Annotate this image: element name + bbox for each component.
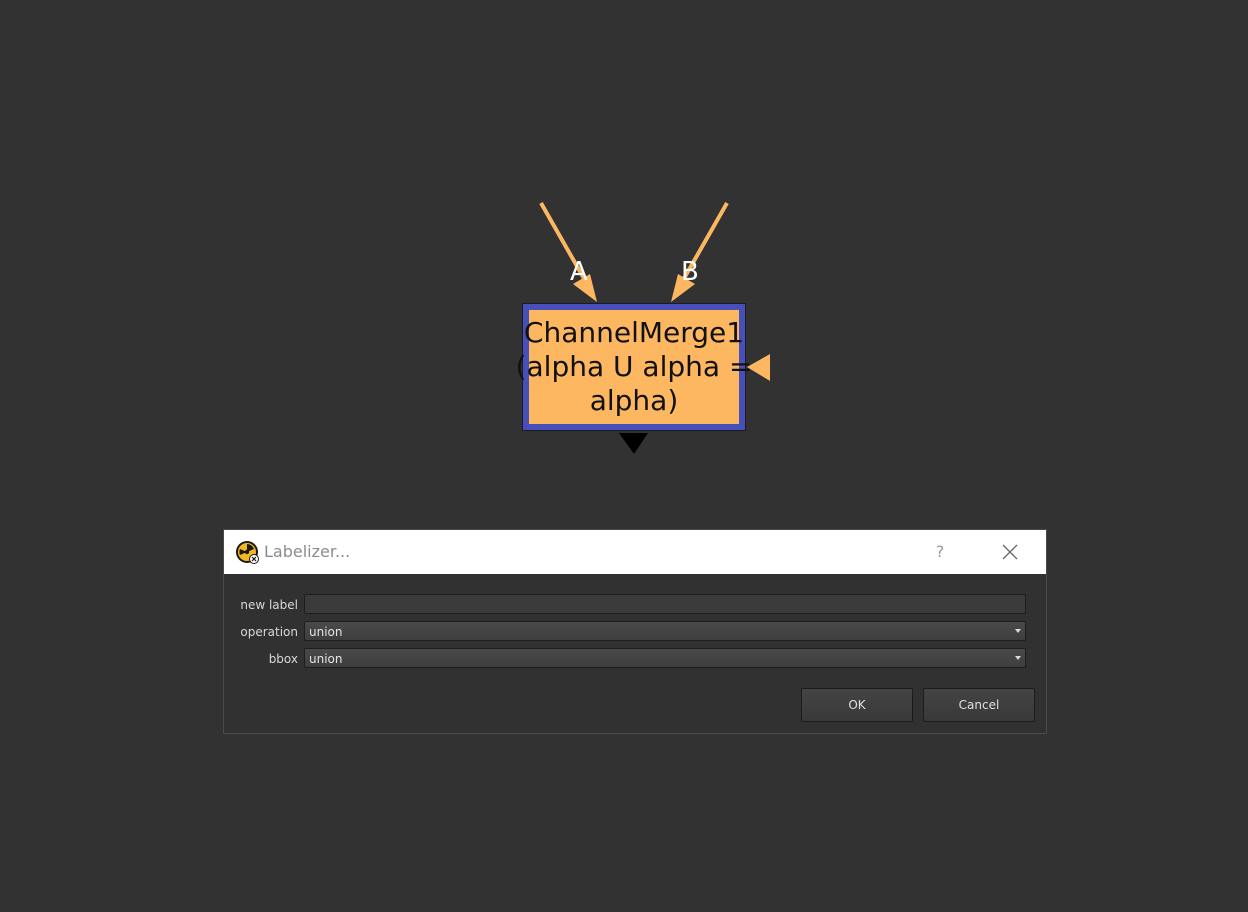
node-graph-canvas[interactable]: ChannelMerge1 (alpha U alpha = alpha) A … [0, 0, 1248, 912]
chevron-down-icon [1015, 629, 1021, 633]
cancel-button[interactable]: Cancel [923, 688, 1035, 722]
bbox-label: bbox [268, 652, 298, 666]
close-icon[interactable] [998, 540, 1022, 564]
nuke-app-icon [236, 541, 259, 564]
node-label: ChannelMerge1 (alpha U alpha = alpha) [490, 316, 778, 418]
labelizer-dialog: Labelizer... ? new label operation union… [223, 529, 1047, 734]
dialog-titlebar[interactable]: Labelizer... ? [224, 530, 1046, 574]
dialog-title: Labelizer... [264, 542, 351, 561]
output-arrow[interactable] [619, 433, 648, 454]
operation-value: union [309, 625, 343, 639]
new-label-label: new label [240, 598, 298, 612]
node-name: ChannelMerge1 [523, 316, 745, 349]
chevron-down-icon [1015, 656, 1021, 660]
new-label-input[interactable] [304, 594, 1026, 614]
help-icon[interactable]: ? [928, 540, 952, 564]
node-label-line-2: (alpha U alpha = [515, 350, 753, 383]
input-a-label: A [570, 257, 588, 287]
input-b-label: B [681, 257, 699, 287]
node-label-line-3: alpha) [589, 384, 679, 417]
ok-button[interactable]: OK [801, 688, 913, 722]
operation-select[interactable]: union [304, 621, 1026, 641]
bbox-select[interactable]: union [304, 648, 1026, 668]
node-graph-connections [539, 202, 770, 454]
bbox-value: union [309, 652, 343, 666]
operation-label: operation [240, 625, 298, 639]
